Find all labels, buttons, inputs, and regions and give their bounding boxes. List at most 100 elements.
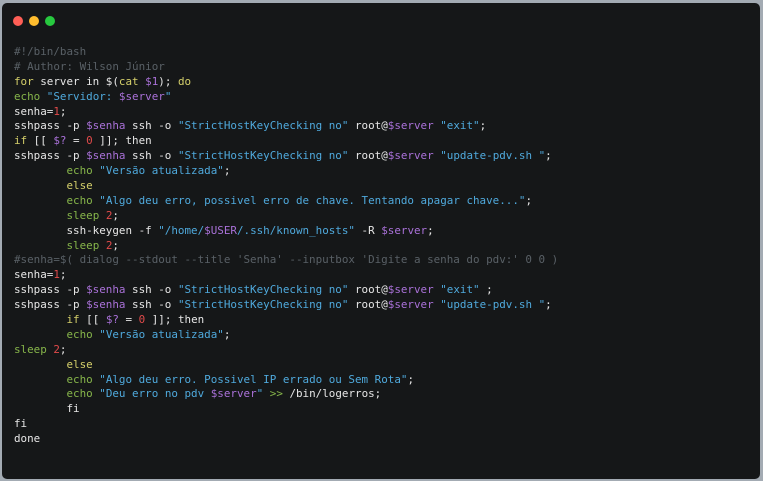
code-token: ; xyxy=(59,104,67,118)
code-token: do xyxy=(177,74,192,88)
code-token: if xyxy=(66,313,80,327)
code-token: else xyxy=(66,179,93,193)
code-token: fi xyxy=(14,402,80,416)
code-line: sshpass -p $senha ssh -o "StrictHostKeyC… xyxy=(14,149,558,164)
code-line: senha=1; xyxy=(14,268,558,283)
code-token: ; xyxy=(525,193,533,207)
code-token: $server xyxy=(387,283,434,297)
code-token: ; xyxy=(479,119,487,133)
code-line: echo "Deu erro no pdv $server" >> /bin/l… xyxy=(14,387,558,402)
code-token: $server xyxy=(210,387,257,401)
code-token: = xyxy=(66,134,87,148)
code-token: "StrictHostKeyChecking no" xyxy=(177,149,349,163)
code-token: root@ xyxy=(348,283,388,297)
code-token: ; xyxy=(545,298,552,312)
code-token: "Deu erro no pdv xyxy=(99,387,211,401)
code-token: "StrictHostKeyChecking no" xyxy=(177,283,349,297)
close-dot-icon[interactable] xyxy=(13,16,23,26)
code-token: "update-pdv.sh " xyxy=(440,298,546,312)
code-token: /bin/logerros; xyxy=(282,387,382,401)
code-token: ; xyxy=(407,372,414,386)
code-token: else xyxy=(66,357,93,371)
code-token: $server xyxy=(387,298,434,312)
code-token: echo xyxy=(66,193,93,207)
code-token: -R xyxy=(354,223,382,237)
window-controls xyxy=(13,16,55,26)
code-token: sshpass -p xyxy=(14,298,87,312)
maximize-dot-icon[interactable] xyxy=(45,16,55,26)
code-token: "Versão atualizada" xyxy=(99,327,224,341)
code-token: sleep xyxy=(14,342,47,356)
code-token: ; xyxy=(479,283,493,297)
code-line: else xyxy=(14,358,558,373)
code-token: # Author: Wilson Júnior xyxy=(14,59,165,73)
code-token: "exit" xyxy=(440,283,480,297)
code-token: $senha xyxy=(86,298,126,312)
code-token: $senha xyxy=(86,119,126,133)
code-token: server in $( xyxy=(33,74,119,88)
code-token: sshpass -p xyxy=(14,119,87,133)
code-window: #!/bin/bash # Author: Wilson Júnior for se… xyxy=(2,3,760,479)
code-token: senha= xyxy=(14,104,54,118)
code-token: "update-pdv.sh " xyxy=(440,149,546,163)
code-token: root@ xyxy=(348,119,388,133)
code-line: if [[ $? = 0 ]]; then xyxy=(14,313,558,328)
code-token: root@ xyxy=(348,149,388,163)
code-token: sshpass -p xyxy=(14,149,87,163)
code-token: #senha=$( dialog --stdout --title 'Senha… xyxy=(14,253,559,267)
code-line: sleep 2; xyxy=(14,239,558,254)
code-line: sleep 2; xyxy=(14,343,558,358)
code-token: "Algo deu erro, possivel erro de chave. … xyxy=(99,193,526,207)
code-token: root@ xyxy=(348,298,388,312)
code-token: ); xyxy=(158,74,178,88)
code-line: echo "Versão atualizada"; xyxy=(14,328,558,343)
code-line: sshpass -p $senha ssh -o "StrictHostKeyC… xyxy=(14,119,558,134)
code-token: "exit" xyxy=(440,119,480,133)
code-token: senha= xyxy=(14,268,54,282)
code-token: = xyxy=(118,313,139,327)
code-token: "/home/ xyxy=(158,223,205,237)
code-token: ; xyxy=(427,223,434,237)
code-token: ; xyxy=(112,208,119,222)
code-token: "StrictHostKeyChecking no" xyxy=(177,298,349,312)
code-token: #!/bin/bash xyxy=(14,45,87,58)
code-token: $senha xyxy=(86,283,126,297)
code-token: cat xyxy=(118,74,139,88)
code-token: >> xyxy=(269,387,283,401)
code-token: ; xyxy=(59,268,67,282)
code-line: fi xyxy=(14,417,558,432)
code-token: $? xyxy=(105,313,119,327)
code-line: echo "Versão atualizada"; xyxy=(14,164,558,179)
code-block[interactable]: #!/bin/bash # Author: Wilson Júnior for se… xyxy=(14,45,558,447)
minimize-dot-icon[interactable] xyxy=(29,16,39,26)
code-line: sleep 2; xyxy=(14,209,558,224)
code-token: $server xyxy=(381,223,428,237)
code-token: ssh-keygen -f xyxy=(14,223,159,237)
code-token: if xyxy=(14,134,28,148)
code-token: echo xyxy=(66,164,93,178)
code-line: else xyxy=(14,179,558,194)
code-token: $USER xyxy=(204,223,237,237)
code-token: "Algo deu erro. Possivel IP errado ou Se… xyxy=(99,372,408,386)
code-line: echo "Algo deu erro. Possivel IP errado … xyxy=(14,373,558,388)
code-line: sshpass -p $senha ssh -o "StrictHostKeyC… xyxy=(14,283,558,298)
code-token: ssh -o xyxy=(125,283,178,297)
code-line: done xyxy=(14,432,558,447)
code-token: ; xyxy=(112,238,119,252)
code-token: [[ xyxy=(79,313,106,327)
code-token: "Servidor: xyxy=(46,89,119,103)
code-token: $? xyxy=(53,134,67,148)
code-line: if [[ $? = 0 ]]; then xyxy=(14,134,558,149)
code-token: /.ssh/known_hosts" xyxy=(236,223,355,237)
code-token: $server xyxy=(387,119,434,133)
code-line: fi xyxy=(14,402,558,417)
code-token: $server xyxy=(118,89,165,103)
code-line: echo "Servidor: $server" xyxy=(14,90,558,105)
